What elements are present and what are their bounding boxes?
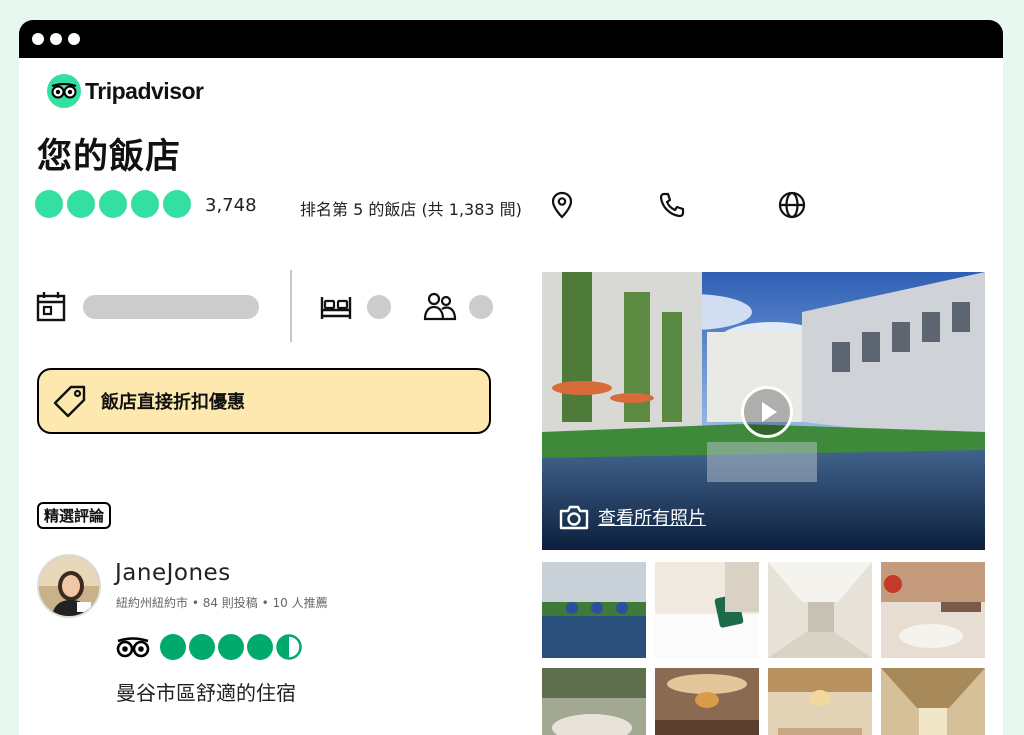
window-dot	[50, 33, 62, 45]
rating-bubble	[35, 190, 63, 218]
tag-icon	[53, 385, 86, 418]
review-title[interactable]: 曼谷市區舒適的住宿	[116, 677, 296, 706]
photo-thumbnail[interactable]	[768, 668, 872, 735]
review-bubble	[247, 634, 273, 660]
review-bubble	[218, 634, 244, 660]
pool-thumbnail-image	[542, 562, 646, 658]
review-bubble	[189, 634, 215, 660]
ballroom-thumbnail-image	[768, 668, 872, 735]
avatar[interactable]	[37, 554, 101, 618]
globe-icon[interactable]	[777, 190, 807, 220]
date-field-placeholder[interactable]	[83, 295, 259, 319]
photo-thumbnail[interactable]	[655, 562, 759, 658]
featured-review-badge: 精選評論	[37, 502, 112, 529]
window-dot	[32, 33, 44, 45]
rating-bubble	[67, 190, 95, 218]
review-rating	[116, 634, 316, 662]
dining-thumbnail-image	[542, 668, 646, 735]
photo-thumbnail[interactable]	[542, 668, 646, 735]
rating-bubble	[99, 190, 127, 218]
bedroom-thumbnail-image	[655, 562, 759, 658]
camera-icon	[559, 505, 589, 530]
play-video-button[interactable]	[741, 386, 793, 438]
hallway-thumbnail-image	[881, 668, 985, 735]
photo-thumbnail[interactable]	[542, 562, 646, 658]
photo-thumbnail[interactable]	[881, 668, 985, 735]
view-all-photos-label: 查看所有照片	[598, 508, 706, 529]
photo-thumbnail[interactable]	[768, 562, 872, 658]
location-pin-icon[interactable]	[547, 190, 577, 220]
browser-window: Tripadvisor 您的飯店 3,748 排名第 5 的飯店 (共 1,38…	[19, 20, 1003, 735]
rating-bubble	[163, 190, 191, 218]
rooms-count-placeholder[interactable]	[367, 295, 391, 319]
bed-icon[interactable]	[319, 292, 353, 322]
play-icon	[762, 402, 777, 422]
photo-thumbnail[interactable]	[881, 562, 985, 658]
reviewer-name[interactable]: JaneJones	[115, 560, 231, 586]
brand-name: Tripadvisor	[85, 77, 204, 104]
booking-selector	[35, 270, 505, 345]
deal-label: 飯店直接折扣優惠	[101, 392, 245, 413]
restaurant-thumbnail-image	[655, 668, 759, 735]
booking-divider	[290, 270, 292, 342]
calendar-icon[interactable]	[35, 290, 67, 322]
hotel-rating-row: 3,748 排名第 5 的飯店 (共 1,383 間)	[35, 190, 995, 220]
review-count[interactable]: 3,748	[205, 195, 257, 216]
guests-icon[interactable]	[423, 290, 457, 322]
window-dot	[68, 33, 80, 45]
hotel-title: 您的飯店	[37, 137, 182, 177]
review-half-bubble	[276, 634, 302, 660]
hero-photo[interactable]: 查看所有照片	[542, 272, 985, 550]
owl-logo-icon	[47, 74, 81, 108]
hotel-rank: 排名第 5 的飯店 (共 1,383 間)	[300, 200, 522, 219]
spa-thumbnail-image	[881, 562, 985, 658]
review-bubble	[160, 634, 186, 660]
view-all-photos-link[interactable]: 查看所有照片	[558, 504, 706, 530]
tripadvisor-logo[interactable]: Tripadvisor	[47, 74, 204, 108]
reviewer-meta: 紐約州紐約市 • 84 則投稿 • 10 人推薦	[116, 596, 328, 610]
rating-bubble	[131, 190, 159, 218]
window-titlebar	[19, 20, 1003, 58]
guests-count-placeholder[interactable]	[469, 295, 493, 319]
owl-rating-icon	[116, 637, 150, 658]
hotel-deal-button[interactable]: 飯店直接折扣優惠	[37, 368, 491, 434]
lobby-thumbnail-image	[768, 562, 872, 658]
phone-icon[interactable]	[657, 190, 687, 220]
photo-thumbnail[interactable]	[655, 668, 759, 735]
